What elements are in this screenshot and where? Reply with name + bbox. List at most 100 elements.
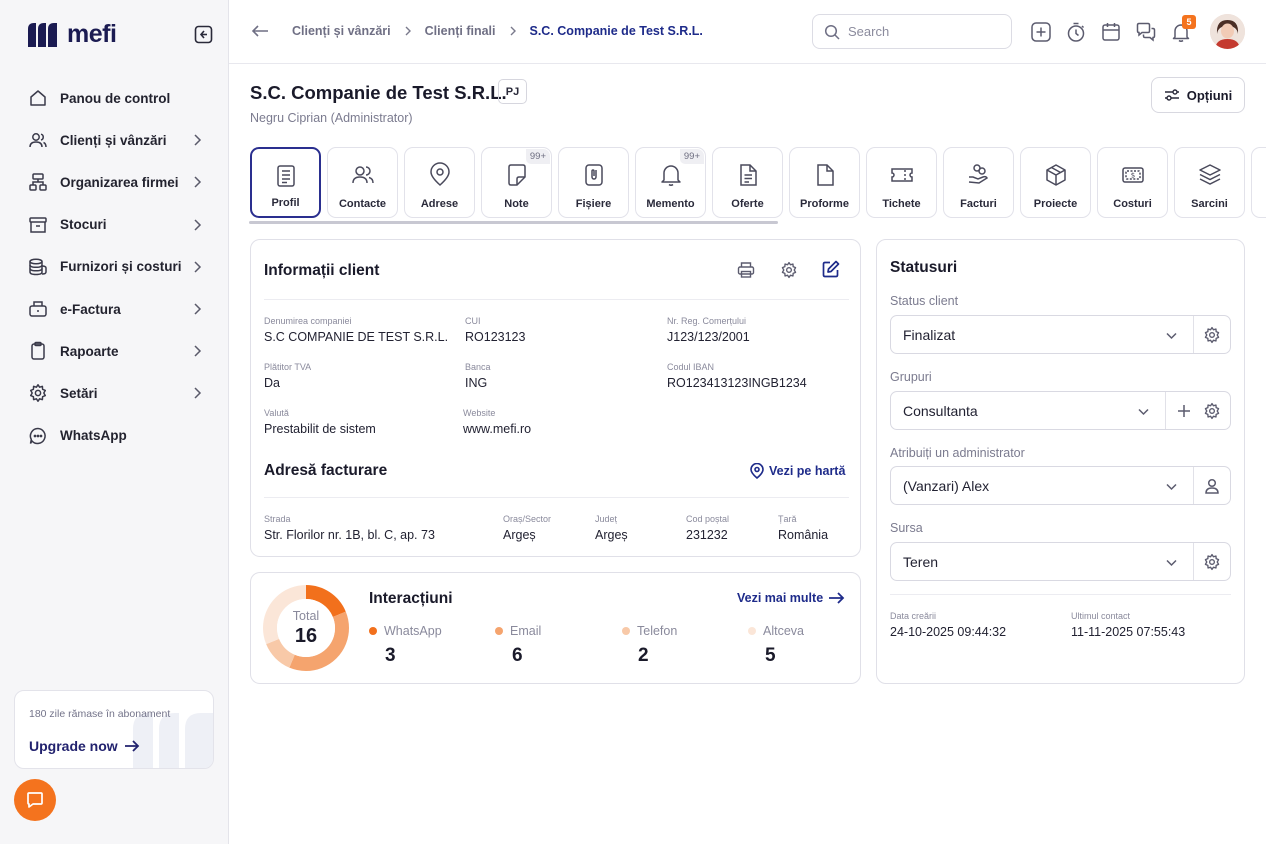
county-value: Argeș <box>595 528 628 542</box>
tab-more[interactable] <box>1251 147 1266 218</box>
client-info-title: Informații client <box>264 262 380 279</box>
add-square-icon[interactable] <box>1030 21 1052 43</box>
assign-admin-select[interactable]: (Vanzari) Alex <box>890 466 1231 505</box>
timer-icon[interactable] <box>1065 21 1087 43</box>
logo[interactable]: mefi <box>26 20 117 49</box>
tab-label: Tichete <box>882 198 921 210</box>
field-label: Țară <box>778 514 797 524</box>
sidebar-item-e-factura[interactable]: e-Factura <box>16 288 216 330</box>
sidebar-item-panou-de-control[interactable]: Panou de control <box>16 77 216 119</box>
print-icon[interactable] <box>737 261 755 279</box>
tab-adrese[interactable]: Adrese <box>404 147 475 218</box>
legend-value: 2 <box>638 645 649 666</box>
sidebar-item-label: WhatsApp <box>60 428 127 444</box>
back-button[interactable] <box>251 23 269 39</box>
tab-label: Fișiere <box>575 198 612 210</box>
tab-label: Proforme <box>800 198 849 210</box>
tab-label: Sarcini <box>1191 198 1228 210</box>
billing-address-title: Adresă facturare <box>264 462 388 479</box>
tab-proiecte[interactable]: Proiecte <box>1020 147 1091 218</box>
bank-value: ING <box>465 376 488 390</box>
gear-icon[interactable] <box>1203 326 1221 344</box>
last-contact-label: Ultimul contact <box>1071 611 1131 621</box>
avatar[interactable] <box>1210 14 1245 49</box>
edit-icon[interactable] <box>822 260 840 278</box>
sidebar-item-organizarea-firmei[interactable]: Organizarea firmei <box>16 161 216 203</box>
tab-contacte[interactable]: Contacte <box>327 147 398 218</box>
messages-icon[interactable] <box>1135 21 1157 43</box>
tabs-scrollbar[interactable] <box>249 221 778 224</box>
tab-costuri[interactable]: $ Costuri <box>1097 147 1168 218</box>
statuses-title: Statusuri <box>890 259 958 276</box>
groups-select[interactable]: Consultanta <box>890 391 1231 430</box>
document-blank-icon <box>816 164 834 186</box>
select-divider <box>1193 316 1194 353</box>
collapse-sidebar-button[interactable] <box>194 25 213 44</box>
search-icon <box>824 24 840 40</box>
tab-proforme[interactable]: Proforme <box>789 147 860 218</box>
entity-type-badge: PJ <box>498 79 527 104</box>
website-value[interactable]: www.mefi.ro <box>463 422 531 436</box>
select-divider <box>1193 543 1194 580</box>
field-label: Denumirea companiei <box>264 316 352 326</box>
view-on-map-link[interactable]: Vezi pe hartă <box>750 463 845 479</box>
logo-text: mefi <box>67 20 117 48</box>
sidebar-item-whatsapp[interactable]: WhatsApp <box>16 415 216 457</box>
gear-icon[interactable] <box>780 261 798 279</box>
sidebar-item-label: Setări <box>60 385 98 401</box>
iban-value: RO123413123INGB1234 <box>667 376 807 390</box>
sidebar-item-furnizori-si-costuri[interactable]: Furnizori și costuri <box>16 246 216 288</box>
chat-icon <box>27 792 43 808</box>
tab-sarcini[interactable]: Sarcini <box>1174 147 1245 218</box>
user-icon[interactable] <box>1203 477 1221 495</box>
sidebar-item-stocuri[interactable]: Stocuri <box>16 204 216 246</box>
clipboard-icon <box>31 341 45 360</box>
sidebar-item-clienti-si-vanzari[interactable]: Clienți și vânzări <box>16 119 216 161</box>
mefi-logo-icon <box>28 22 57 47</box>
tab-memento[interactable]: 99+ Memento <box>635 147 706 218</box>
status-client-value: Finalizat <box>903 327 956 343</box>
chevron-right-icon <box>510 26 516 36</box>
interactions-card: Total 16 Interacțiuni Vezi mai multe Wha… <box>250 572 861 684</box>
tab-facturi[interactable]: Facturi <box>943 147 1014 218</box>
client-tabs: Profil Contacte Adrese 99+ Note Fișiere … <box>249 147 1266 219</box>
client-info-card: Informații client Denumirea companiei S.… <box>250 239 861 557</box>
search-input[interactable] <box>848 24 998 39</box>
plus-icon[interactable] <box>1175 402 1193 420</box>
tab-tichete[interactable]: Tichete <box>866 147 937 218</box>
search-box[interactable] <box>812 14 1012 49</box>
home-icon <box>30 90 46 106</box>
gear-icon[interactable] <box>1203 553 1221 571</box>
tab-fisiere[interactable]: Fișiere <box>558 147 629 218</box>
tab-count-badge: 99+ <box>679 149 704 164</box>
created-date-value: 24-10-2025 09:44:32 <box>890 625 1007 639</box>
view-more-label: Vezi mai multe <box>737 591 824 605</box>
options-button[interactable]: Opțiuni <box>1151 77 1245 113</box>
map-pin-icon <box>429 162 450 187</box>
tab-label: Contacte <box>338 198 387 210</box>
sidebar-item-setari[interactable]: Setări <box>16 372 216 414</box>
tab-oferte[interactable]: Oferte <box>712 147 783 218</box>
arrow-left-icon <box>251 25 268 37</box>
view-more-link[interactable]: Vezi mai multe <box>737 591 845 605</box>
field-label: Strada <box>264 514 291 524</box>
gear-icon[interactable] <box>1203 402 1221 420</box>
last-contact-value: 11-11-2025 07:55:43 <box>1071 625 1186 639</box>
document-lines-icon <box>276 165 295 187</box>
support-chat-button[interactable] <box>14 779 56 821</box>
upgrade-now-link[interactable]: Upgrade now <box>29 738 140 754</box>
calendar-icon[interactable] <box>1100 21 1122 43</box>
legend-label: Altceva <box>763 624 804 638</box>
tab-profil[interactable]: Profil <box>250 147 321 218</box>
sidebar-item-rapoarte[interactable]: Rapoarte <box>16 330 216 372</box>
subscription-remaining-text: 180 zile rămase în abonament <box>29 708 171 720</box>
tab-note[interactable]: 99+ Note <box>481 147 552 218</box>
chevron-right-icon <box>194 176 202 188</box>
breadcrumb-item[interactable]: Clienți și vânzări <box>292 24 391 38</box>
tab-label: Costuri <box>1113 198 1152 210</box>
breadcrumb-item[interactable]: Clienți finali <box>425 24 496 38</box>
status-client-select[interactable]: Finalizat <box>890 315 1231 354</box>
company-owner: Negru Ciprian (Administrator) <box>250 111 413 125</box>
source-select[interactable]: Teren <box>890 542 1231 581</box>
view-on-map-label: Vezi pe hartă <box>769 464 846 478</box>
